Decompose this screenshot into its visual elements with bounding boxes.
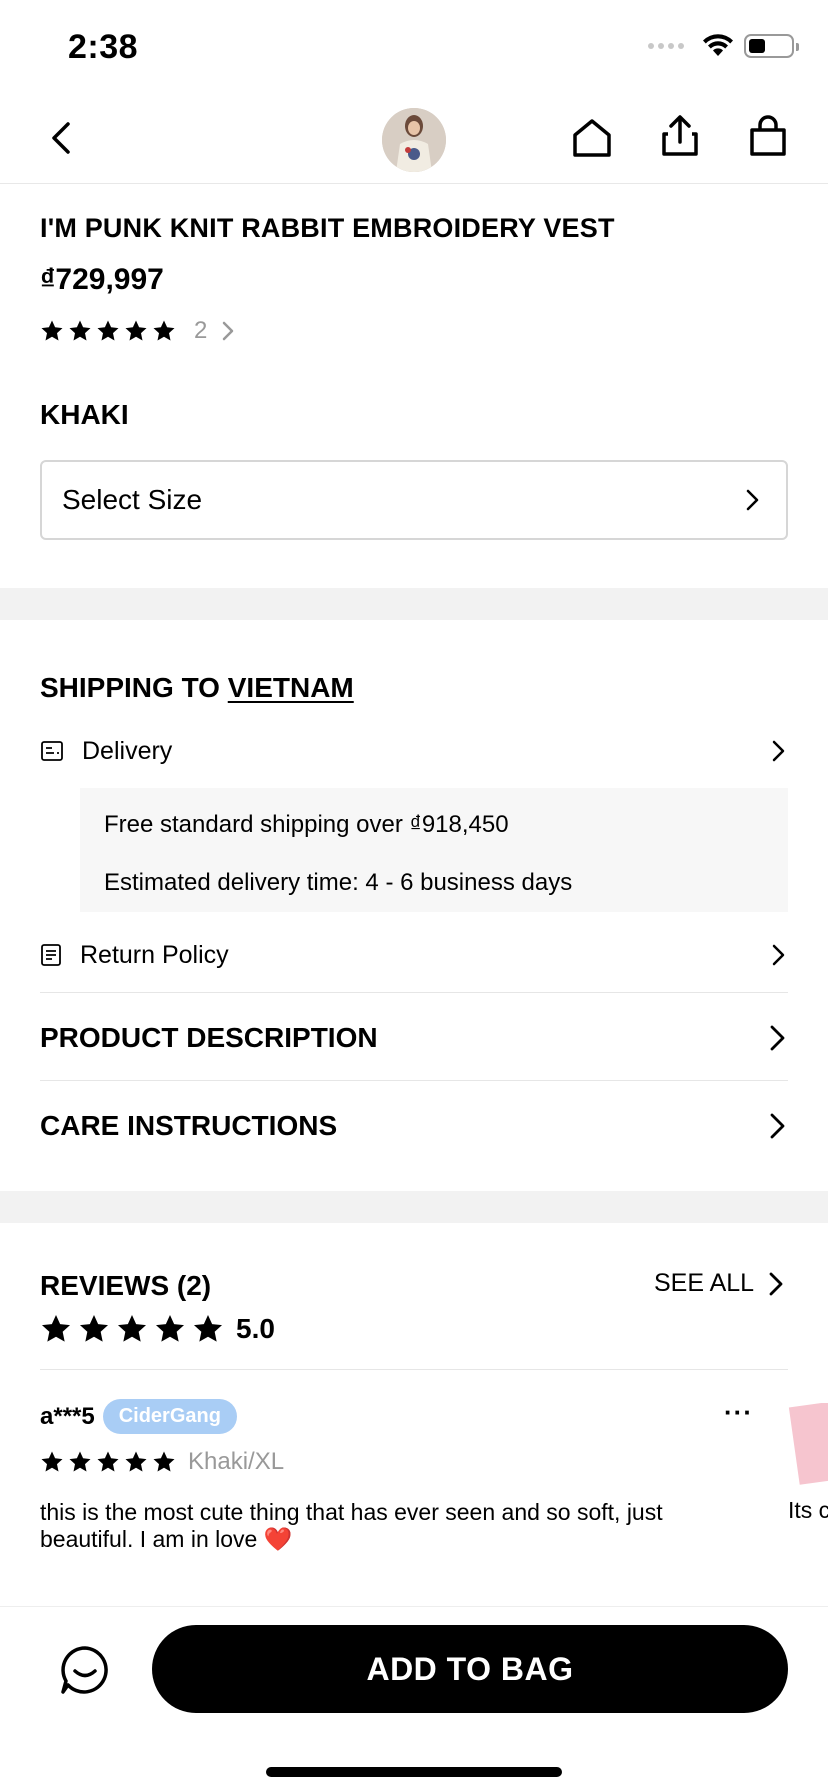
review-stars [40,1450,176,1474]
reviews-title: REVIEWS (2) [40,1270,212,1301]
product-description-heading: PRODUCT DESCRIPTION [40,1022,378,1053]
star-icon [194,1315,222,1342]
review-author: a***5 CiderGang [40,1399,237,1434]
star-icon [41,320,63,341]
star-icon [153,1451,175,1472]
chevron-right-icon [746,489,759,511]
chevron-right-icon [223,321,234,341]
care-instructions-row[interactable]: CARE INSTRUCTIONS [40,1083,788,1169]
care-instructions-heading: CARE INSTRUCTIONS [40,1110,338,1141]
status-bar: 2:38 [0,0,828,96]
rating-count: 2 [194,317,208,344]
share-icon[interactable] [656,112,704,160]
see-all-reviews-button[interactable]: SEE ALL [654,1269,786,1298]
shipping-title-prefix: SHIPPING TO [40,672,220,703]
estimated-delivery-text: Estimated delivery time: 4 - 6 business … [104,869,573,896]
star-icon [97,1451,119,1472]
see-all-label: SEE ALL [654,1269,755,1297]
delivery-row[interactable]: Delivery [40,731,788,771]
star-icon [125,1451,147,1472]
size-selector[interactable]: Select Size [40,460,788,540]
review-username: a***5 [40,1402,95,1430]
review-text: this is the most cute thing that has eve… [40,1499,663,1552]
more-options-icon[interactable]: ··· [724,1397,753,1428]
add-to-bag-button[interactable]: ADD TO BAG [152,1625,788,1713]
status-icons [648,34,799,58]
divider [40,992,788,993]
product-title: I'M PUNK KNIT RABBIT EMBROIDERY VEST [40,213,615,243]
star-icon [80,1315,108,1342]
chat-icon[interactable] [58,1643,112,1697]
bottom-action-bar: ADD TO BAG [0,1606,828,1792]
review-rating: Khaki/XL [40,1448,284,1476]
review-photo[interactable] [788,1403,828,1485]
selected-color-label: KHAKI [40,399,129,430]
rating-stars [40,319,176,343]
member-badge: CiderGang [102,1399,237,1434]
home-indicator [266,1767,562,1777]
next-review-peek[interactable]: Its c [786,1403,828,1553]
status-time: 2:38 [68,28,139,66]
back-icon[interactable] [40,116,84,160]
star-icon [42,1315,70,1342]
free-shipping-text: Free standard shipping over ₫918,450 [104,811,509,838]
star-icon [41,1451,63,1472]
star-icon [125,320,147,341]
cellular-signal-icon [648,43,684,49]
average-rating-value: 5.0 [236,1313,275,1344]
review-variant: Khaki/XL [188,1448,285,1475]
star-icon [69,320,91,341]
shipping-info-box: Free standard shipping over ₫918,450 Est… [80,788,788,912]
product-thumbnail[interactable] [382,108,446,172]
star-icon [156,1315,184,1342]
star-icon [69,1451,91,1472]
return-policy-label: Return Policy [80,940,229,969]
section-divider [0,1191,828,1223]
chevron-right-icon [769,1272,783,1295]
divider [40,1369,788,1370]
product-price: ₫729,997 [40,263,164,296]
star-icon [153,320,175,341]
delivery-icon [41,741,63,761]
return-policy-icon [41,944,61,966]
size-placeholder: Select Size [62,484,203,515]
chevron-right-icon [772,944,785,966]
wifi-icon [703,34,733,56]
top-nav-bar [0,96,828,184]
product-description-row[interactable]: PRODUCT DESCRIPTION [40,995,788,1081]
rating-summary[interactable]: 2 [40,317,237,345]
star-icon [97,320,119,341]
home-icon[interactable] [568,114,616,162]
next-review-text: Its c [788,1497,828,1523]
return-policy-row[interactable]: Return Policy [40,935,788,975]
section-divider [0,588,828,620]
chevron-right-icon [770,1113,785,1139]
battery-icon [744,34,799,58]
divider [40,1080,788,1081]
chevron-right-icon [772,740,785,762]
star-icon [118,1315,146,1342]
delivery-label: Delivery [82,736,173,765]
average-rating: 5.0 [40,1313,275,1345]
average-rating-stars [40,1313,224,1345]
shipping-title: SHIPPING TO VIETNAM [40,672,354,704]
bag-icon[interactable] [744,112,792,160]
shipping-country-link[interactable]: VIETNAM [228,672,354,703]
chevron-right-icon [770,1025,785,1051]
